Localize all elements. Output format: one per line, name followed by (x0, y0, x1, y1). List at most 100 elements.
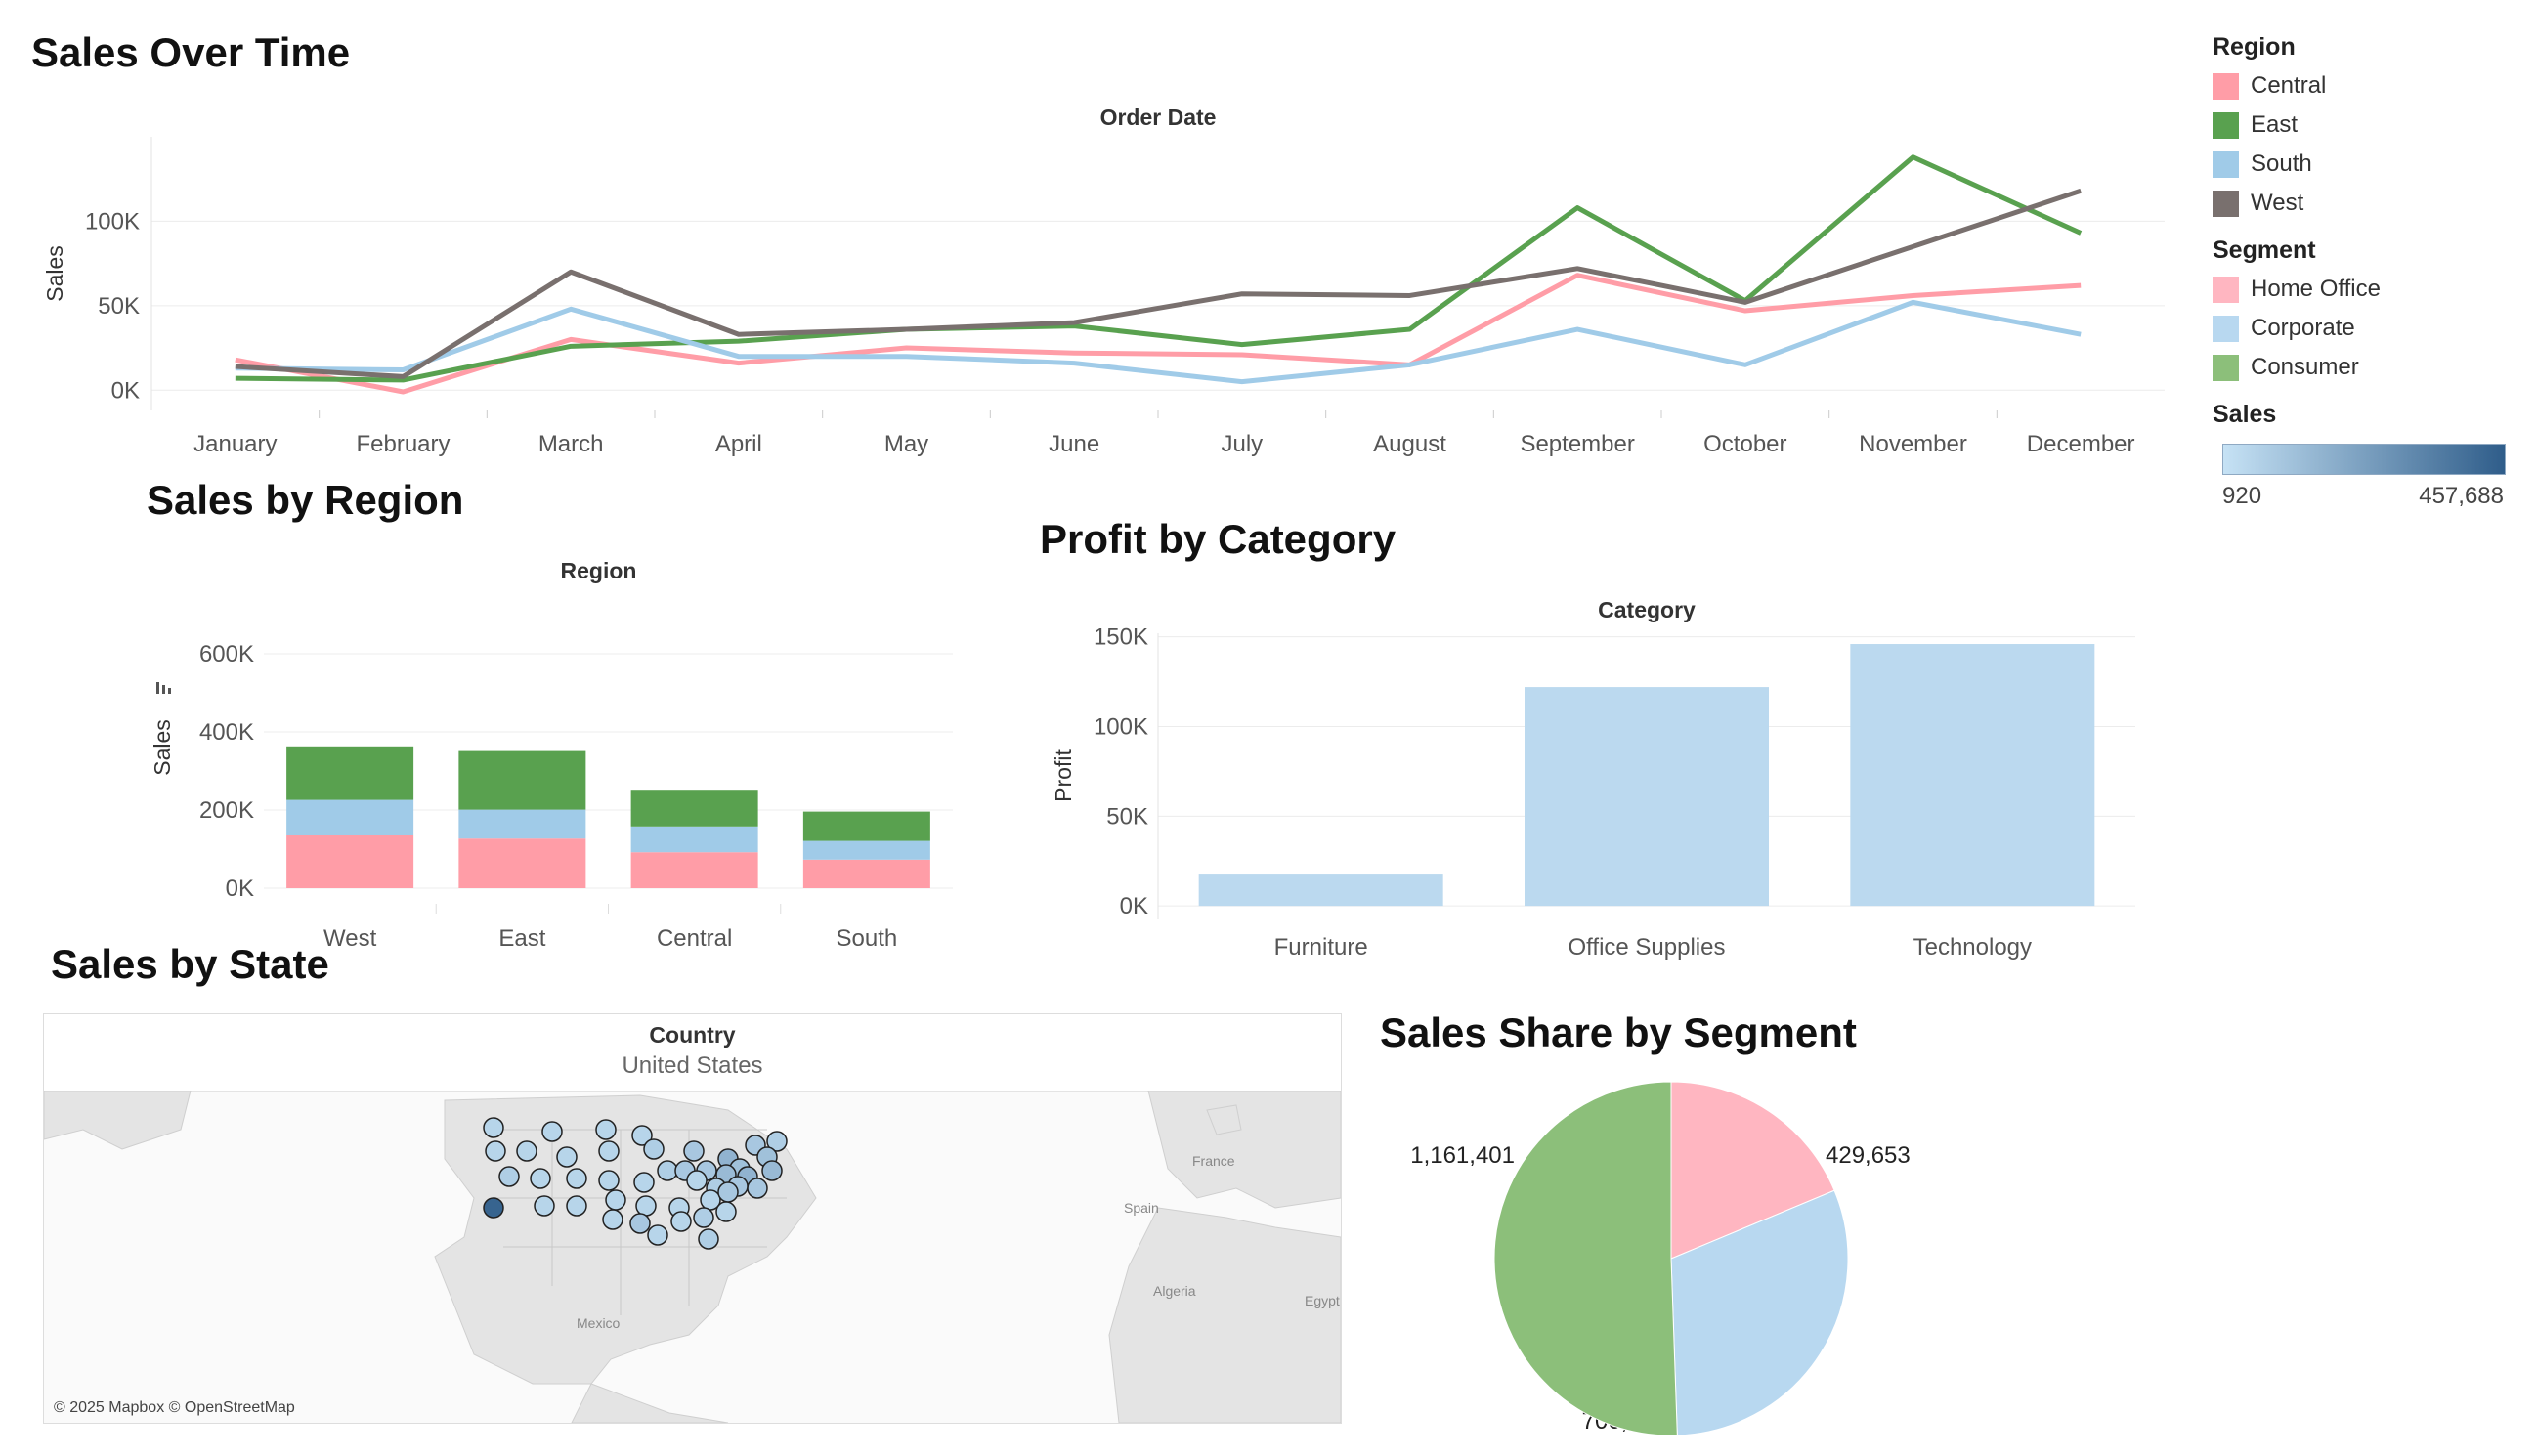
map-label-egypt: Egypt (1305, 1293, 1340, 1308)
state-marker[interactable] (485, 1140, 506, 1162)
sales-by-region-title: Sales by Region (147, 477, 464, 523)
region-legend: Region Central East South West (2213, 27, 2525, 223)
region-bar-east-home-office[interactable] (458, 838, 586, 888)
region-bar-west-consumer[interactable] (286, 746, 414, 800)
legend-segment-home-office[interactable]: Home Office (2213, 270, 2525, 309)
alaska-landmass (44, 1090, 192, 1150)
state-marker[interactable] (595, 1119, 617, 1140)
region-bar-south-corporate[interactable] (802, 840, 930, 860)
legend-swatch (2213, 150, 2239, 178)
state-marker[interactable] (530, 1168, 551, 1189)
state-marker[interactable] (717, 1181, 739, 1203)
legend-segment-consumer[interactable]: Consumer (2213, 348, 2525, 387)
sales-color-legend: Sales 920 457,688 (2213, 395, 2525, 510)
sales-by-region-chart[interactable]: Region 0K 200K 400K 600K Sales West East Central… (127, 547, 968, 952)
state-marker[interactable] (761, 1160, 783, 1181)
profit-ytick-label: 100K (1094, 713, 1148, 740)
sales-over-time-chart[interactable]: Order Date 0K 50K 100K Sales January February M… (0, 88, 2189, 459)
profit-by-category-title: Profit by Category (1040, 516, 1397, 562)
region-bar-west-home-office[interactable] (286, 835, 414, 888)
region-bar-west-corporate[interactable] (286, 799, 414, 835)
legend-region-central[interactable]: Central (2213, 66, 2525, 106)
line-xtick-label: July (1221, 431, 1263, 457)
sort-icon-bar (168, 688, 171, 694)
state-marker[interactable] (657, 1160, 678, 1181)
line-xtick-label: April (715, 431, 762, 457)
pie-slice-consumer[interactable] (1493, 1081, 1678, 1436)
legend-label: Corporate (2251, 315, 2355, 341)
map-header: Country United States (44, 1014, 1341, 1092)
legend-label: Home Office (2251, 276, 2381, 302)
state-marker[interactable] (483, 1197, 504, 1219)
state-marker[interactable] (629, 1213, 651, 1234)
region-bar-east-consumer[interactable] (458, 750, 586, 810)
state-marker[interactable] (556, 1146, 578, 1168)
line-xtick-label: November (1859, 431, 1967, 457)
profit-bar-technology[interactable] (1850, 644, 2095, 907)
line-xtick-label: December (2027, 431, 2135, 457)
region-bar-south-consumer[interactable] (802, 811, 930, 841)
state-marker[interactable] (643, 1138, 665, 1160)
sort-icon-bar (156, 682, 159, 694)
map-label-mexico: Mexico (577, 1315, 621, 1331)
state-marker[interactable] (647, 1224, 668, 1246)
sales-by-state-map[interactable]: Country United States France Spain Alger… (43, 1013, 1342, 1424)
state-marker[interactable] (686, 1170, 708, 1191)
line-series-south[interactable] (235, 299, 2082, 385)
region-bar-central-corporate[interactable] (630, 826, 758, 853)
region-chart-header: Region (561, 558, 637, 583)
state-marker[interactable] (693, 1207, 714, 1228)
state-marker[interactable] (598, 1170, 620, 1191)
state-marker[interactable] (534, 1195, 555, 1217)
line-ytick-label: 50K (98, 293, 140, 320)
line-series-east[interactable] (235, 154, 2083, 383)
state-marker[interactable] (483, 1117, 504, 1138)
legend-region-east[interactable]: East (2213, 106, 2525, 145)
profit-ytick-label: 50K (1106, 803, 1148, 830)
profit-by-category-chart[interactable]: Category 0K 50K 100K 150K Profit Furniture Offi… (1036, 586, 2150, 967)
line-series-west[interactable] (235, 188, 2082, 379)
legend-swatch (2213, 72, 2239, 100)
state-marker[interactable] (602, 1209, 624, 1230)
state-marker[interactable] (633, 1172, 655, 1193)
region-bar-south-home-office[interactable] (802, 859, 930, 888)
legend-swatch (2213, 111, 2239, 139)
sort-icon[interactable] (156, 682, 171, 694)
map-label-france: France (1192, 1153, 1235, 1169)
state-marker[interactable] (698, 1228, 719, 1250)
state-marker[interactable] (605, 1189, 626, 1211)
profit-bar-office-supplies[interactable] (1525, 687, 1769, 907)
region-bar-central-home-office[interactable] (630, 852, 758, 888)
line-xtick-label: October (1703, 431, 1786, 457)
legend-segment-corporate[interactable]: Corporate (2213, 309, 2525, 348)
region-bar-east-corporate[interactable] (458, 809, 586, 839)
state-marker[interactable] (715, 1201, 737, 1222)
legend-label: Central (2251, 72, 2327, 99)
sales-legend-title: Sales (2213, 401, 2277, 428)
legend-region-south[interactable]: South (2213, 145, 2525, 184)
line-y-axis-label: Sales (42, 245, 67, 302)
legend-label: West (2251, 190, 2304, 216)
map-label-algeria: Algeria (1153, 1283, 1196, 1299)
region-legend-title: Region (2213, 33, 2296, 61)
sales-over-time-title: Sales Over Time (31, 29, 351, 75)
state-marker[interactable] (566, 1168, 587, 1189)
state-marker[interactable] (670, 1211, 692, 1232)
sales-gradient-bar (2222, 444, 2506, 475)
state-marker[interactable] (635, 1195, 657, 1217)
line-xtick-label: August (1373, 431, 1446, 457)
state-marker[interactable] (541, 1121, 563, 1142)
region-bar-central-consumer[interactable] (630, 790, 758, 827)
state-marker[interactable] (747, 1178, 768, 1199)
state-marker[interactable] (516, 1140, 538, 1162)
legend-region-west[interactable]: West (2213, 184, 2525, 223)
state-marker[interactable] (498, 1166, 520, 1187)
sales-share-pie-chart[interactable]: 429,653706,1461,161,401 (1368, 1065, 1994, 1456)
profit-bar-furniture[interactable] (1198, 874, 1443, 907)
legend-panel: Region Central East South West Segment Home… (2213, 27, 2525, 518)
state-marker[interactable] (566, 1195, 587, 1217)
state-marker[interactable] (683, 1140, 705, 1162)
region-xtick-label: East (498, 925, 545, 952)
map-area[interactable]: France Spain Algeria Egypt Mexico (44, 1090, 1341, 1423)
state-marker[interactable] (598, 1140, 620, 1162)
